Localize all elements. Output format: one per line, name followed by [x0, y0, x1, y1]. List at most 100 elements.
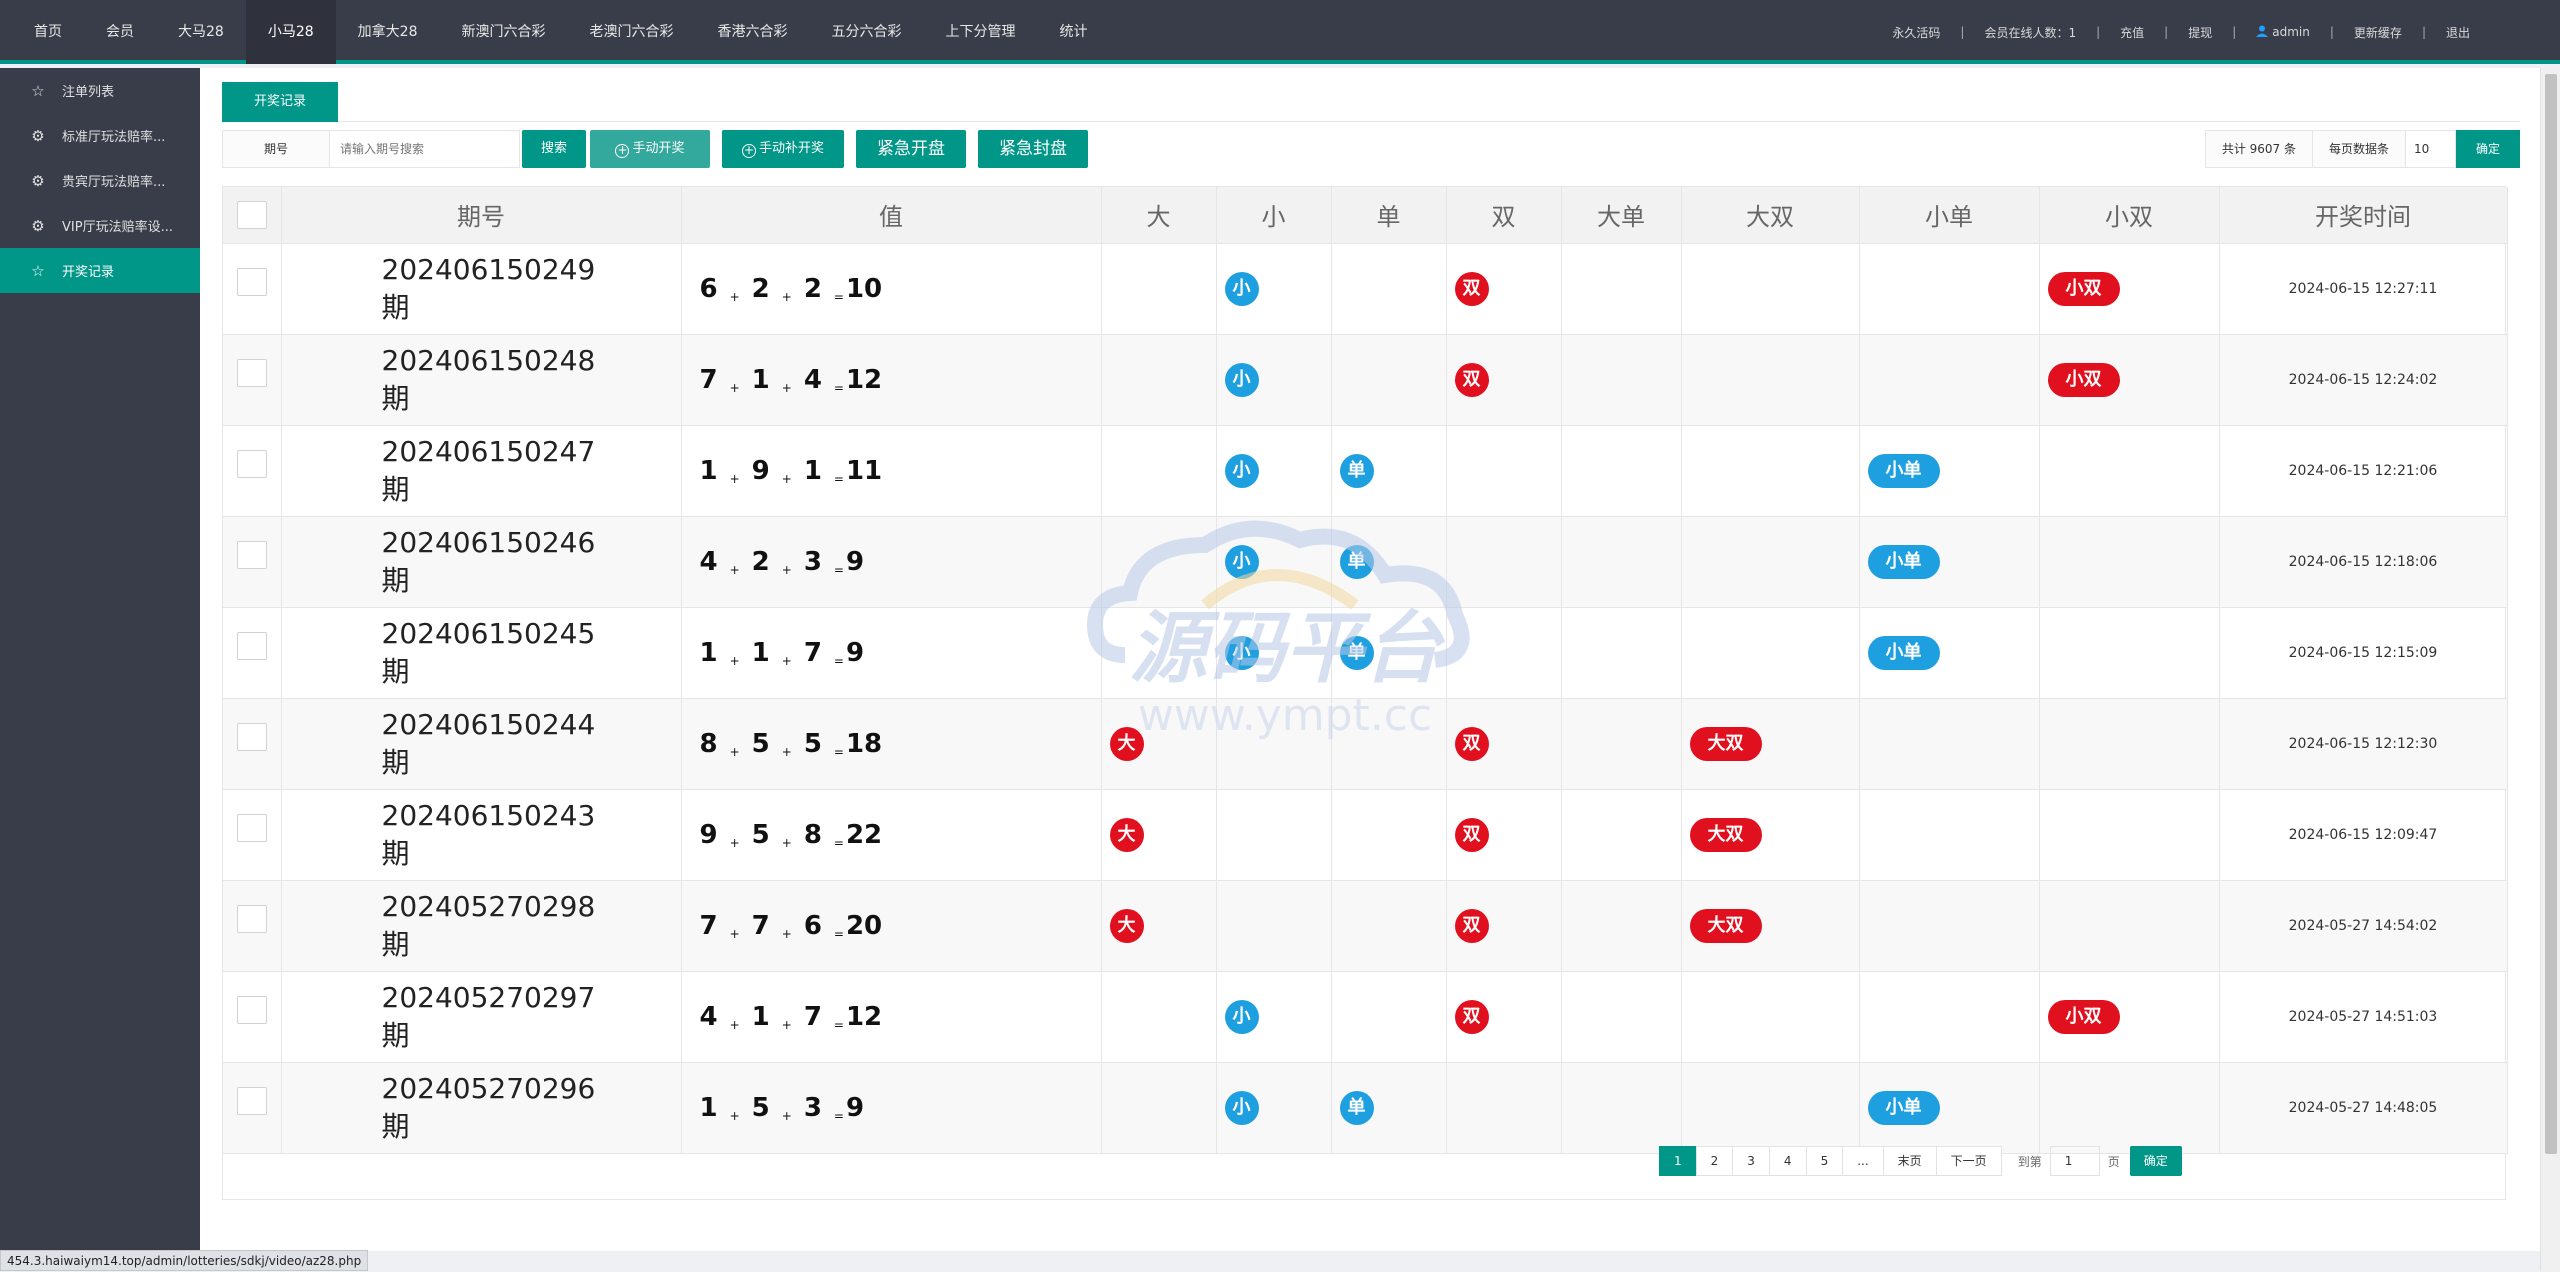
row-checkbox[interactable]	[236, 722, 267, 751]
page-link-7[interactable]: 下一页	[1935, 1146, 2002, 1176]
sidebar-item-2[interactable]: ⚙ 贵宾厅玩法赔率...	[0, 158, 200, 203]
sidebar-item-4[interactable]: ☆ 开奖记录	[0, 248, 200, 293]
result-cell-dan	[1331, 789, 1447, 881]
sidebar-item-0[interactable]: ☆ 注单列表	[0, 68, 200, 113]
page-link-0[interactable]: 1	[1659, 1146, 1697, 1176]
search-button[interactable]: 搜索	[522, 130, 586, 168]
value-cell: 4 +1 +7 =12	[681, 971, 1102, 1063]
manual-supplement-button[interactable]: + 手动补开奖	[722, 130, 844, 168]
goto-page-input[interactable]: 1	[2049, 1146, 2100, 1176]
draw-time: 2024-05-27 14:48:05	[2219, 1062, 2508, 1154]
result-cell-dan	[1331, 334, 1447, 426]
result-cell-dan: 单	[1331, 1062, 1447, 1154]
withdraw-link[interactable]: 提现	[2168, 24, 2232, 41]
result-cell-dan	[1331, 971, 1447, 1063]
equals-sign: =	[833, 1108, 844, 1123]
emergency-close-button[interactable]: 紧急封盘	[978, 130, 1088, 168]
nav-item-0[interactable]: 首页	[12, 0, 84, 64]
result-cell-xiaodan	[1859, 698, 2040, 790]
result-badge: 小	[1224, 1090, 1259, 1125]
plus-sign: +	[729, 653, 740, 668]
goto-confirm-button[interactable]: 确定	[2129, 1146, 2182, 1176]
period-value: 202406150245 期	[282, 615, 681, 691]
result-cell-xiao: 小	[1216, 971, 1332, 1063]
nav-item-10[interactable]: 统计	[1037, 0, 1109, 64]
nav-item-2[interactable]: 大马28	[156, 0, 246, 64]
result-badge: 小双	[2047, 999, 2120, 1034]
page-link-3[interactable]: 4	[1768, 1146, 1807, 1176]
tab-draw-records[interactable]: 开奖记录	[222, 82, 339, 122]
result-badge: 小单	[1867, 453, 1940, 488]
scrollbar-thumb[interactable]	[2545, 74, 2557, 1154]
table-row: 202406150249 期 6 +2 +2 =10 小双小双 2024-06-15 12:2…	[223, 243, 2508, 335]
value-cell: 1 +5 +3 =9	[681, 1062, 1102, 1154]
page-link-5[interactable]: ...	[1842, 1146, 1884, 1176]
emergency-open-button[interactable]: 紧急开盘	[856, 130, 966, 168]
recharge-link[interactable]: 充值	[2100, 24, 2164, 41]
activation-link[interactable]: 永久活码	[1872, 24, 1960, 41]
result-cell-shuang: 双	[1446, 243, 1562, 335]
result-cell-dan	[1331, 880, 1447, 972]
period-cell: 202406150245 期	[281, 607, 682, 699]
row-checkbox[interactable]	[236, 1086, 267, 1115]
result-cell-xiao	[1216, 698, 1332, 790]
nav-item-4[interactable]: 加拿大28	[336, 0, 440, 64]
plus-sign: +	[729, 926, 740, 941]
table-row: 202406150246 期 4 +2 +3 =9 小单小单 2024-06-15 12:18…	[223, 516, 2508, 608]
period-cell: 202405270297 期	[281, 971, 682, 1063]
draw-time: 2024-05-27 14:54:02	[2219, 880, 2508, 972]
user-menu[interactable]: admin	[2236, 25, 2330, 39]
period-suffix: 期	[381, 927, 410, 961]
result-badge: 双	[1454, 999, 1489, 1034]
plus-sign: +	[781, 1017, 792, 1032]
nav-item-9[interactable]: 上下分管理	[923, 0, 1037, 64]
result-cell-shuang	[1446, 607, 1562, 699]
result-cell-da	[1101, 516, 1217, 608]
logout-link[interactable]: 退出	[2426, 24, 2490, 41]
row-checkbox[interactable]	[236, 995, 267, 1024]
sidebar-item-1[interactable]: ⚙ 标准厅玩法赔率...	[0, 113, 200, 158]
vertical-scrollbar[interactable]	[2540, 68, 2560, 1271]
draw-number: 1	[803, 455, 822, 486]
per-page-confirm-button[interactable]: 确定	[2456, 130, 2520, 168]
period-search-input[interactable]	[330, 130, 520, 168]
refresh-cache-link[interactable]: 更新缓存	[2334, 24, 2422, 41]
row-checkbox[interactable]	[236, 267, 267, 296]
nav-item-1[interactable]: 会员	[84, 0, 156, 64]
plus-sign: +	[781, 835, 792, 850]
page-link-6[interactable]: 末页	[1882, 1146, 1937, 1176]
nav-item-6[interactable]: 老澳门六合彩	[567, 0, 695, 64]
page-link-1[interactable]: 2	[1695, 1146, 1734, 1176]
draw-value: 7 +7 +6 =20	[682, 911, 1101, 941]
nav-item-8[interactable]: 五分六合彩	[809, 0, 923, 64]
nav-item-3[interactable]: 小马28	[245, 0, 336, 64]
draw-time: 2024-06-15 12:27:11	[2219, 243, 2508, 335]
result-cell-dadan	[1561, 425, 1682, 517]
draw-value: 1 +5 +3 =9	[682, 1093, 1101, 1123]
result-badge: 大双	[1689, 817, 1762, 852]
row-checkbox[interactable]	[236, 813, 267, 842]
per-page-input[interactable]: 10	[2406, 130, 2456, 168]
select-all-checkbox[interactable]	[236, 200, 267, 229]
sidebar-item-3[interactable]: ⚙ VIP厅玩法赔率设...	[0, 203, 200, 248]
draw-time: 2024-06-15 12:12:30	[2219, 698, 2508, 790]
page-link-2[interactable]: 3	[1732, 1146, 1770, 1176]
result-cell-xiao: 小	[1216, 425, 1332, 517]
page-link-4[interactable]: 5	[1805, 1146, 1844, 1176]
row-checkbox[interactable]	[236, 358, 267, 387]
table-row: 202406150248 期 7 +1 +4 =12 小双小双 2024-06-15 12:2…	[223, 334, 2508, 426]
draw-number: 7	[699, 910, 718, 941]
manual-draw-button[interactable]: + 手动开奖	[590, 130, 710, 168]
row-checkbox[interactable]	[236, 449, 267, 478]
row-checkbox[interactable]	[236, 631, 267, 660]
plus-sign: +	[781, 380, 792, 395]
nav-item-7[interactable]: 香港六合彩	[695, 0, 809, 64]
result-cell-dan	[1331, 243, 1447, 335]
column-header: 值	[681, 187, 1102, 244]
plus-sign: +	[781, 1108, 792, 1123]
row-checkbox[interactable]	[236, 904, 267, 933]
period-label: 期号	[222, 130, 330, 168]
select-all-cell	[223, 187, 282, 244]
row-checkbox[interactable]	[236, 540, 267, 569]
nav-item-5[interactable]: 新澳门六合彩	[439, 0, 567, 64]
